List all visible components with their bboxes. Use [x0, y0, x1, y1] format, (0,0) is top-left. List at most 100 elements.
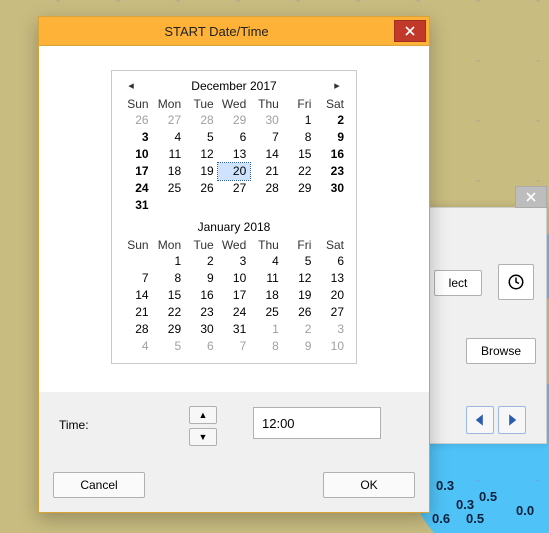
- day-cell[interactable]: 21: [250, 163, 283, 180]
- close-icon[interactable]: [515, 186, 547, 208]
- day-cell[interactable]: 12: [283, 270, 316, 287]
- time-step-down[interactable]: ▼: [189, 428, 217, 446]
- day-cell[interactable]: 17: [218, 287, 251, 304]
- prev-arrow-button[interactable]: [466, 406, 494, 434]
- week-row: 45678910: [120, 338, 348, 355]
- depth-label: 0.0: [516, 503, 534, 518]
- day-cell[interactable]: 29: [153, 321, 186, 338]
- day-cell[interactable]: 20: [315, 287, 348, 304]
- day-cell[interactable]: 3: [218, 253, 251, 270]
- day-cell[interactable]: 23: [315, 163, 348, 180]
- next-arrow-button[interactable]: [498, 406, 526, 434]
- time-step-up[interactable]: ▲: [189, 406, 217, 424]
- month-block: January 2018SunMonTueWedThuFriSat1234567…: [120, 218, 348, 355]
- day-cell[interactable]: 19: [283, 287, 316, 304]
- day-cell[interactable]: 4: [153, 129, 186, 146]
- day-cell[interactable]: 31: [218, 321, 251, 338]
- day-cell[interactable]: 12: [185, 146, 218, 163]
- clock-icon[interactable]: [498, 264, 534, 300]
- day-cell[interactable]: 29: [218, 112, 251, 129]
- titlebar[interactable]: START Date/Time: [39, 17, 429, 46]
- day-cell[interactable]: 5: [283, 253, 316, 270]
- day-cell[interactable]: 26: [120, 112, 153, 129]
- day-cell[interactable]: 24: [218, 304, 251, 321]
- day-cell[interactable]: 25: [153, 180, 186, 197]
- day-cell[interactable]: 10: [120, 146, 153, 163]
- day-cell[interactable]: 29: [283, 180, 316, 197]
- day-cell[interactable]: 26: [283, 304, 316, 321]
- day-cell[interactable]: 21: [120, 304, 153, 321]
- day-cell[interactable]: 5: [185, 129, 218, 146]
- day-cell[interactable]: 1: [283, 112, 316, 129]
- day-cell[interactable]: 10: [218, 270, 251, 287]
- day-cell[interactable]: 4: [120, 338, 153, 355]
- day-cell[interactable]: 31: [120, 197, 153, 214]
- day-cell[interactable]: 9: [185, 270, 218, 287]
- day-cell[interactable]: 7: [120, 270, 153, 287]
- day-cell[interactable]: 5: [153, 338, 186, 355]
- day-cell[interactable]: 30: [185, 321, 218, 338]
- dow-header: SunMonTueWedThuFriSat: [120, 97, 348, 111]
- day-cell[interactable]: 18: [250, 287, 283, 304]
- day-cell[interactable]: 13: [315, 270, 348, 287]
- day-cell[interactable]: 16: [315, 146, 348, 163]
- day-cell[interactable]: 11: [153, 146, 186, 163]
- day-cell[interactable]: 15: [283, 146, 316, 163]
- day-cell[interactable]: 9: [315, 129, 348, 146]
- day-cell[interactable]: 22: [153, 304, 186, 321]
- day-cell[interactable]: 3: [120, 129, 153, 146]
- day-cell[interactable]: 2: [185, 253, 218, 270]
- day-cell[interactable]: 28: [185, 112, 218, 129]
- day-cell[interactable]: 28: [120, 321, 153, 338]
- cancel-button[interactable]: Cancel: [53, 472, 145, 498]
- day-cell[interactable]: 25: [250, 304, 283, 321]
- day-cell[interactable]: 9: [283, 338, 316, 355]
- day-cell[interactable]: 8: [283, 129, 316, 146]
- day-cell[interactable]: 23: [185, 304, 218, 321]
- day-cell[interactable]: 4: [250, 253, 283, 270]
- day-cell[interactable]: 30: [250, 112, 283, 129]
- day-cell[interactable]: 2: [283, 321, 316, 338]
- day-cell[interactable]: 15: [153, 287, 186, 304]
- day-cell[interactable]: 16: [185, 287, 218, 304]
- month-title[interactable]: January 2018: [198, 220, 271, 234]
- month-title[interactable]: December 2017: [191, 79, 276, 93]
- day-cell[interactable]: 13: [218, 146, 251, 163]
- ok-button[interactable]: OK: [323, 472, 415, 498]
- day-cell[interactable]: 11: [250, 270, 283, 287]
- day-cell[interactable]: 2: [315, 112, 348, 129]
- day-cell[interactable]: 7: [250, 129, 283, 146]
- select-button[interactable]: lect: [434, 270, 482, 296]
- week-row: 31: [120, 197, 348, 214]
- day-cell[interactable]: 1: [153, 253, 186, 270]
- depth-label: 0.3: [456, 497, 474, 512]
- day-cell[interactable]: 27: [218, 180, 251, 197]
- day-cell[interactable]: 28: [250, 180, 283, 197]
- time-input[interactable]: [253, 407, 381, 439]
- day-cell[interactable]: 27: [153, 112, 186, 129]
- day-cell[interactable]: 27: [315, 304, 348, 321]
- day-cell[interactable]: 26: [185, 180, 218, 197]
- day-cell[interactable]: 22: [283, 163, 316, 180]
- browse-button[interactable]: Browse: [466, 338, 536, 364]
- day-cell[interactable]: 14: [250, 146, 283, 163]
- day-cell[interactable]: 14: [120, 287, 153, 304]
- day-cell[interactable]: 30: [315, 180, 348, 197]
- day-cell[interactable]: 8: [153, 270, 186, 287]
- next-month-icon[interactable]: ▸: [330, 77, 344, 95]
- day-cell[interactable]: 20: [218, 163, 251, 180]
- day-cell[interactable]: 18: [153, 163, 186, 180]
- day-cell[interactable]: 17: [120, 163, 153, 180]
- day-cell[interactable]: 6: [218, 129, 251, 146]
- day-cell[interactable]: 6: [315, 253, 348, 270]
- day-cell[interactable]: 7: [218, 338, 251, 355]
- day-cell[interactable]: 1: [250, 321, 283, 338]
- prev-month-icon[interactable]: ◂: [124, 77, 138, 95]
- day-cell[interactable]: 24: [120, 180, 153, 197]
- day-cell[interactable]: 3: [315, 321, 348, 338]
- day-cell[interactable]: 8: [250, 338, 283, 355]
- day-cell[interactable]: 6: [185, 338, 218, 355]
- day-cell[interactable]: 19: [185, 163, 218, 180]
- day-cell[interactable]: 10: [315, 338, 348, 355]
- close-icon[interactable]: [394, 20, 426, 42]
